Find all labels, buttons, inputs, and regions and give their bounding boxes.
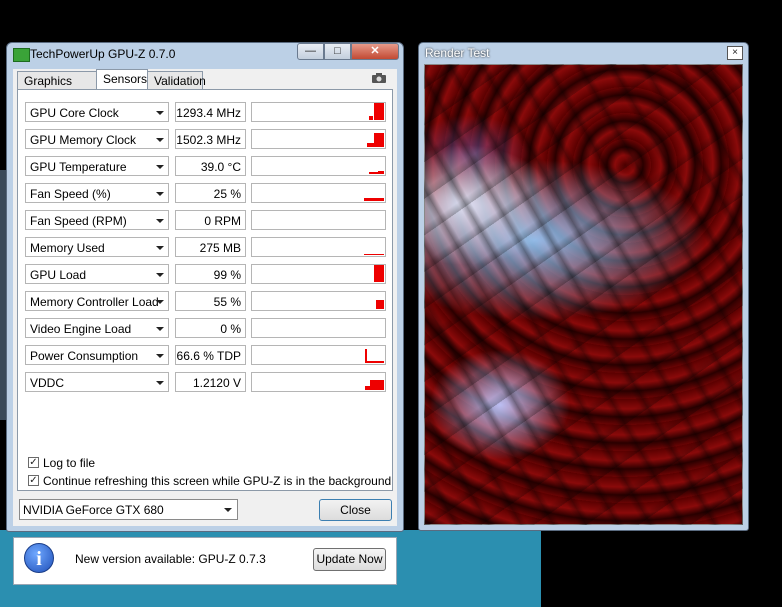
sensor-graph <box>251 129 386 149</box>
chevron-down-icon <box>156 165 164 169</box>
sensor-graph <box>251 102 386 122</box>
sensor-name: Fan Speed (%) <box>30 187 111 201</box>
sensor-graph <box>251 210 386 230</box>
tab-validation[interactable]: Validation <box>147 71 206 89</box>
render-test-title: Render Test <box>425 46 490 60</box>
sensor-graph <box>251 318 386 338</box>
graph-bar <box>374 265 384 282</box>
sensor-value: 25 % <box>175 183 246 203</box>
sensor-graph <box>251 291 386 311</box>
gpu-select-value: NVIDIA GeForce GTX 680 <box>23 503 164 517</box>
sensors-panel <box>17 89 393 491</box>
close-button[interactable]: Close <box>319 499 392 521</box>
sensor-graph <box>251 183 386 203</box>
graph-bar <box>374 133 384 147</box>
chevron-down-icon <box>156 273 164 277</box>
sensor-graph <box>251 264 386 284</box>
sensor-select[interactable]: Video Engine Load <box>25 318 169 338</box>
info-icon: i <box>24 543 54 573</box>
maximize-button[interactable]: □ <box>324 43 351 60</box>
sensor-name: Fan Speed (RPM) <box>30 214 127 228</box>
sensor-name: Memory Used <box>30 241 105 255</box>
graph-bar <box>374 103 384 120</box>
sensor-value: 99 % <box>175 264 246 284</box>
graph-bar <box>367 143 374 147</box>
sensor-name: GPU Load <box>30 268 87 282</box>
window-title: TechPowerUp GPU-Z 0.7.0 <box>30 47 176 61</box>
graph-bar <box>370 380 384 390</box>
sensor-select[interactable]: GPU Core Clock <box>25 102 169 122</box>
graph-bar <box>369 116 373 120</box>
sensor-select[interactable]: Power Consumption <box>25 345 169 365</box>
sensor-value: 0 RPM <box>175 210 246 230</box>
sensor-select[interactable]: GPU Load <box>25 264 169 284</box>
chevron-down-icon <box>224 508 232 512</box>
sensor-select[interactable]: Memory Controller Load <box>25 291 169 311</box>
render-test-texture <box>424 64 743 525</box>
gpuz-app-icon <box>13 48 30 62</box>
chevron-down-icon <box>156 300 164 304</box>
graph-bar <box>364 254 384 255</box>
graph-bar <box>364 198 384 201</box>
sensor-select[interactable]: Fan Speed (RPM) <box>25 210 169 230</box>
sensor-name: Power Consumption <box>30 349 139 363</box>
sensor-name: GPU Core Clock <box>30 106 119 120</box>
chevron-down-icon <box>156 381 164 385</box>
sensor-name: GPU Memory Clock <box>30 133 137 147</box>
sensor-select[interactable]: Memory Used <box>25 237 169 257</box>
chevron-down-icon <box>156 246 164 250</box>
graph-bar <box>378 171 384 174</box>
window-close-button[interactable]: ✕ <box>351 43 399 60</box>
sensor-value: 275 MB <box>175 237 246 257</box>
continue-refresh-label: Continue refreshing this screen while GP… <box>43 474 392 488</box>
sensor-name: VDDC <box>30 376 65 390</box>
sensor-graph <box>251 237 386 257</box>
sensor-value: 0 % <box>175 318 246 338</box>
sensor-graph <box>251 345 386 365</box>
sensor-value: 1293.4 MHz <box>175 102 246 122</box>
sensor-value: 66.6 % TDP <box>175 345 246 365</box>
sensor-value: 1502.3 MHz <box>175 129 246 149</box>
minimize-button[interactable]: — <box>297 43 324 60</box>
log-to-file-label: Log to file <box>43 456 96 470</box>
graph-bar <box>376 300 384 309</box>
notification-text: New version available: GPU-Z 0.7.3 <box>75 552 266 566</box>
sensor-value: 55 % <box>175 291 246 311</box>
camera-icon[interactable] <box>371 73 387 83</box>
chevron-down-icon <box>156 327 164 331</box>
sensor-name: Video Engine Load <box>30 322 132 336</box>
sensor-graph <box>251 156 386 176</box>
log-to-file-checkbox[interactable]: ✓ <box>28 457 39 468</box>
render-test-close-button[interactable]: × <box>727 46 743 60</box>
chevron-down-icon <box>156 219 164 223</box>
graph-bar <box>365 361 384 363</box>
update-now-button[interactable]: Update Now <box>313 548 386 571</box>
sensor-select[interactable]: VDDC <box>25 372 169 392</box>
chevron-down-icon <box>156 138 164 142</box>
sensor-select[interactable]: GPU Memory Clock <box>25 129 169 149</box>
sensor-name: Memory Controller Load <box>30 295 159 309</box>
sensor-select[interactable]: Fan Speed (%) <box>25 183 169 203</box>
gpu-select-dropdown[interactable]: NVIDIA GeForce GTX 680 <box>19 499 238 520</box>
chevron-down-icon <box>156 192 164 196</box>
continue-refresh-checkbox[interactable]: ✓ <box>28 475 39 486</box>
tab-sensors[interactable]: Sensors <box>96 69 148 90</box>
tab-graphics-card[interactable]: Graphics Card <box>17 71 97 102</box>
chevron-down-icon <box>156 354 164 358</box>
sensor-select[interactable]: GPU Temperature <box>25 156 169 176</box>
sensor-name: GPU Temperature <box>30 160 127 174</box>
sensor-value: 1.2120 V <box>175 372 246 392</box>
chevron-down-icon <box>156 111 164 115</box>
sensor-graph <box>251 372 386 392</box>
sensor-value: 39.0 °C <box>175 156 246 176</box>
desktop-background-dark <box>541 530 782 607</box>
